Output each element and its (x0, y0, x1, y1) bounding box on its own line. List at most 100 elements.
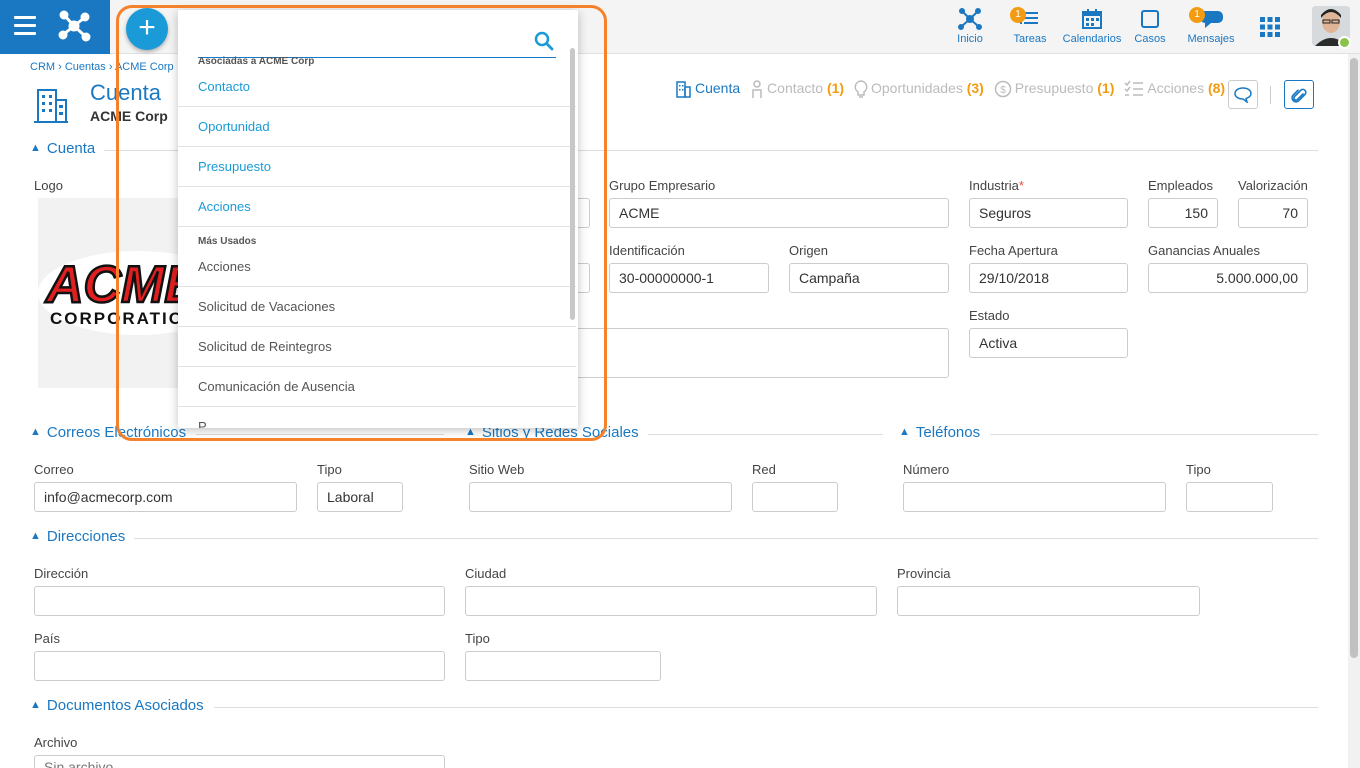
nav-calendarios[interactable]: Calendarios (1060, 6, 1124, 50)
sitio-web-input[interactable] (469, 482, 732, 512)
related-tab-acciones-count: (8) (1207, 80, 1226, 97)
nav-tareas-label: Tareas (1013, 33, 1047, 45)
online-status-indicator (1338, 36, 1351, 49)
ciudad-input[interactable] (465, 586, 877, 616)
related-tab-contacto-count: (1) (826, 80, 845, 97)
section-cuenta-title: Cuenta (46, 140, 96, 157)
grupo-input[interactable]: ACME (609, 198, 949, 228)
nav-calendarios-label: Calendarios (1062, 33, 1122, 45)
caret-up-icon: ▲ (30, 142, 41, 154)
origen-select[interactable]: Campaña (789, 263, 949, 293)
related-tab-oportunidades-label: Oportunidades (871, 80, 963, 97)
section-documentos-toggle[interactable]: ▲ Documentos Asociados (30, 697, 204, 717)
section-telefonos-toggle[interactable]: ▲ Teléfonos (899, 424, 980, 444)
page-scrollbar[interactable] (1348, 54, 1360, 768)
related-tab-oportunidades[interactable]: Oportunidades (3) (854, 80, 984, 99)
red-label: Red (752, 462, 776, 477)
estado-label: Estado (969, 308, 1010, 323)
section-divider (214, 707, 1318, 708)
nav-casos[interactable]: Casos (1132, 6, 1168, 50)
industria-select[interactable]: Seguros (969, 198, 1128, 228)
related-tab-presupuesto[interactable]: $ Presupuesto (1) (994, 80, 1115, 98)
related-tab-acciones-label: Acciones (1147, 80, 1205, 97)
related-tab-acciones[interactable]: Acciones (8) (1124, 80, 1225, 98)
attach-button[interactable] (1284, 80, 1314, 109)
related-tab-oportunidades-count: (3) (966, 80, 984, 97)
cases-icon (1141, 10, 1159, 28)
section-direcciones-title: Direcciones (46, 528, 126, 545)
caret-up-icon: ▲ (30, 530, 41, 542)
grupo-label: Grupo Empresario (609, 178, 716, 193)
required-marker: * (1018, 178, 1024, 193)
direccion-tipo-label: Tipo (465, 631, 490, 646)
ganancias-input[interactable]: 5.000.000,00 (1148, 263, 1308, 293)
numero-label: Número (903, 462, 950, 477)
correo-input[interactable]: info@acmecorp.com (34, 482, 297, 512)
section-documentos-title: Documentos Asociados (46, 697, 204, 714)
speech-bubble-icon (1234, 87, 1252, 103)
empleados-label: Empleados (1148, 178, 1214, 193)
section-cuenta-toggle[interactable]: ▲ Cuenta (30, 140, 95, 160)
logo-label: Logo (34, 178, 63, 193)
paperclip-icon (1291, 88, 1307, 103)
comment-button[interactable] (1228, 80, 1258, 109)
hamburger-menu-icon[interactable] (14, 16, 36, 36)
caret-up-icon: ▲ (30, 699, 41, 711)
section-divider (990, 434, 1318, 435)
nav-mensajes[interactable]: Mensajes 1 (1184, 6, 1238, 50)
related-tab-presupuesto-count: (1) (1097, 80, 1115, 97)
related-tab-cuenta[interactable]: Cuenta (674, 80, 741, 99)
correo-tipo-label: Tipo (317, 462, 342, 477)
mensajes-badge: 1 (1189, 7, 1205, 23)
scrollbar-thumb[interactable] (1350, 58, 1358, 658)
apps-grid-icon[interactable] (1260, 17, 1280, 37)
provincia-select[interactable] (897, 586, 1200, 616)
pais-select[interactable] (34, 651, 445, 681)
related-tab-contacto[interactable]: Contacto (1) (750, 80, 845, 99)
telefono-tipo-select[interactable] (1186, 482, 1273, 512)
pais-label: País (34, 631, 61, 646)
checklist-icon (1124, 80, 1144, 97)
building-icon (676, 81, 691, 99)
toolbar-divider (1270, 86, 1271, 104)
estado-select[interactable]: Activa (969, 328, 1128, 358)
highlight-frame (116, 5, 607, 441)
app-logo-icon[interactable] (56, 8, 92, 44)
direccion-input[interactable] (34, 586, 445, 616)
provincia-label: Provincia (897, 566, 951, 581)
lightbulb-icon (854, 80, 868, 99)
correo-label: Correo (34, 462, 74, 477)
empleados-input[interactable]: 150 (1148, 198, 1218, 228)
description-textarea[interactable] (570, 328, 949, 378)
section-direcciones-toggle[interactable]: ▲ Direcciones (30, 528, 125, 548)
archivo-input[interactable]: Sin archivo (34, 755, 445, 768)
industria-label: Industria* (969, 178, 1024, 193)
related-tab-presupuesto-label: Presupuesto (1014, 80, 1094, 97)
nav-inicio-label: Inicio (957, 33, 983, 45)
caret-up-icon: ▲ (30, 426, 41, 438)
dollar-circle-icon: $ (994, 81, 1011, 98)
ganancias-label: Ganancias Anuales (1148, 243, 1261, 258)
telefono-tipo-label: Tipo (1186, 462, 1211, 477)
nav-tareas[interactable]: Tareas 1 (1010, 6, 1050, 50)
nav-inicio[interactable]: Inicio (950, 6, 990, 50)
direccion-tipo-select[interactable] (465, 651, 661, 681)
identificacion-input[interactable]: 30-00000000-1 (609, 263, 769, 293)
valorizacion-input[interactable]: 70 (1238, 198, 1308, 228)
related-tab-cuenta-label: Cuenta (695, 80, 741, 97)
numero-input[interactable] (903, 482, 1166, 512)
section-telefonos-title: Teléfonos (915, 424, 981, 441)
section-divider (134, 538, 1318, 539)
fecha-apertura-label: Fecha Apertura (969, 243, 1058, 258)
person-icon (752, 80, 762, 99)
red-select[interactable] (752, 482, 838, 512)
nav-casos-label: Casos (1134, 33, 1166, 45)
identificacion-label: Identificación (609, 243, 685, 258)
correo-tipo-select[interactable]: Laboral (317, 482, 403, 512)
building-icon (32, 84, 70, 127)
industria-label-text: Industria (969, 178, 1019, 193)
valorizacion-label: Valorización (1238, 178, 1308, 193)
home-network-icon (958, 8, 982, 30)
fecha-apertura-input[interactable]: 29/10/2018 (969, 263, 1128, 293)
brand-area (0, 0, 110, 54)
